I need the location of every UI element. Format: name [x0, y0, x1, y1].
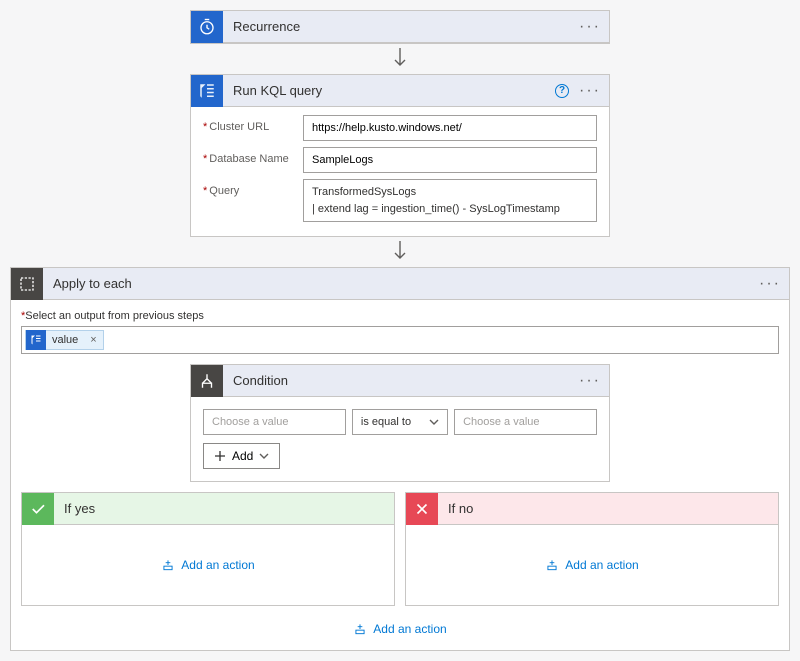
add-condition-button[interactable]: Add: [203, 443, 280, 469]
add-action-icon: [353, 622, 367, 636]
remove-pill-icon[interactable]: ×: [84, 334, 102, 346]
add-action-link[interactable]: Add an action: [353, 622, 446, 636]
condition-icon: [191, 365, 223, 397]
more-icon[interactable]: ···: [579, 87, 601, 95]
recurrence-card[interactable]: Recurrence ···: [190, 10, 610, 44]
apply-to-each-card[interactable]: Apply to each ··· Select an output from …: [10, 267, 790, 651]
kql-title: Run KQL query: [223, 83, 555, 98]
db-label: Database Name: [203, 147, 303, 165]
condition-left-input[interactable]: Choose a value: [203, 409, 346, 435]
database-name-input[interactable]: [303, 147, 597, 173]
connector-arrow: [190, 241, 610, 263]
chevron-down-icon: [259, 451, 269, 461]
condition-right-input[interactable]: Choose a value: [454, 409, 597, 435]
cross-icon: [406, 493, 438, 525]
add-action-link[interactable]: Add an action: [545, 558, 638, 572]
condition-title: Condition: [223, 373, 579, 388]
chevron-down-icon: [429, 417, 439, 427]
add-action-icon: [161, 558, 175, 572]
add-action-link[interactable]: Add an action: [161, 558, 254, 572]
if-yes-branch: If yes Add an action: [21, 492, 395, 606]
if-no-title: If no: [438, 501, 778, 516]
more-icon[interactable]: ···: [579, 377, 601, 385]
plus-icon: [214, 450, 226, 462]
clock-icon: [191, 11, 223, 43]
connector-arrow: [190, 48, 610, 70]
apply-title: Apply to each: [43, 276, 759, 291]
kusto-icon: [191, 75, 223, 107]
select-output-label: Select an output from previous steps: [21, 310, 779, 322]
kql-card[interactable]: Run KQL query ? ··· Cluster URL Database…: [190, 74, 610, 237]
more-icon[interactable]: ···: [579, 23, 601, 31]
cluster-url-input[interactable]: [303, 115, 597, 141]
if-yes-title: If yes: [54, 501, 394, 516]
more-icon[interactable]: ···: [759, 280, 781, 288]
query-label: Query: [203, 179, 303, 197]
recurrence-title: Recurrence: [223, 19, 579, 34]
kusto-icon: [26, 330, 46, 350]
condition-card[interactable]: Condition ··· Choose a value is equal to…: [190, 364, 610, 482]
check-icon: [22, 493, 54, 525]
condition-operator-select[interactable]: is equal to: [352, 409, 448, 435]
add-action-icon: [545, 558, 559, 572]
cluster-label: Cluster URL: [203, 115, 303, 133]
info-icon[interactable]: ?: [555, 84, 569, 98]
select-output-input[interactable]: value ×: [21, 326, 779, 354]
value-pill[interactable]: value ×: [25, 330, 104, 350]
query-input[interactable]: TransformedSysLogs | extend lag = ingest…: [303, 179, 597, 222]
if-no-branch: If no Add an action: [405, 492, 779, 606]
loop-icon: [11, 268, 43, 300]
